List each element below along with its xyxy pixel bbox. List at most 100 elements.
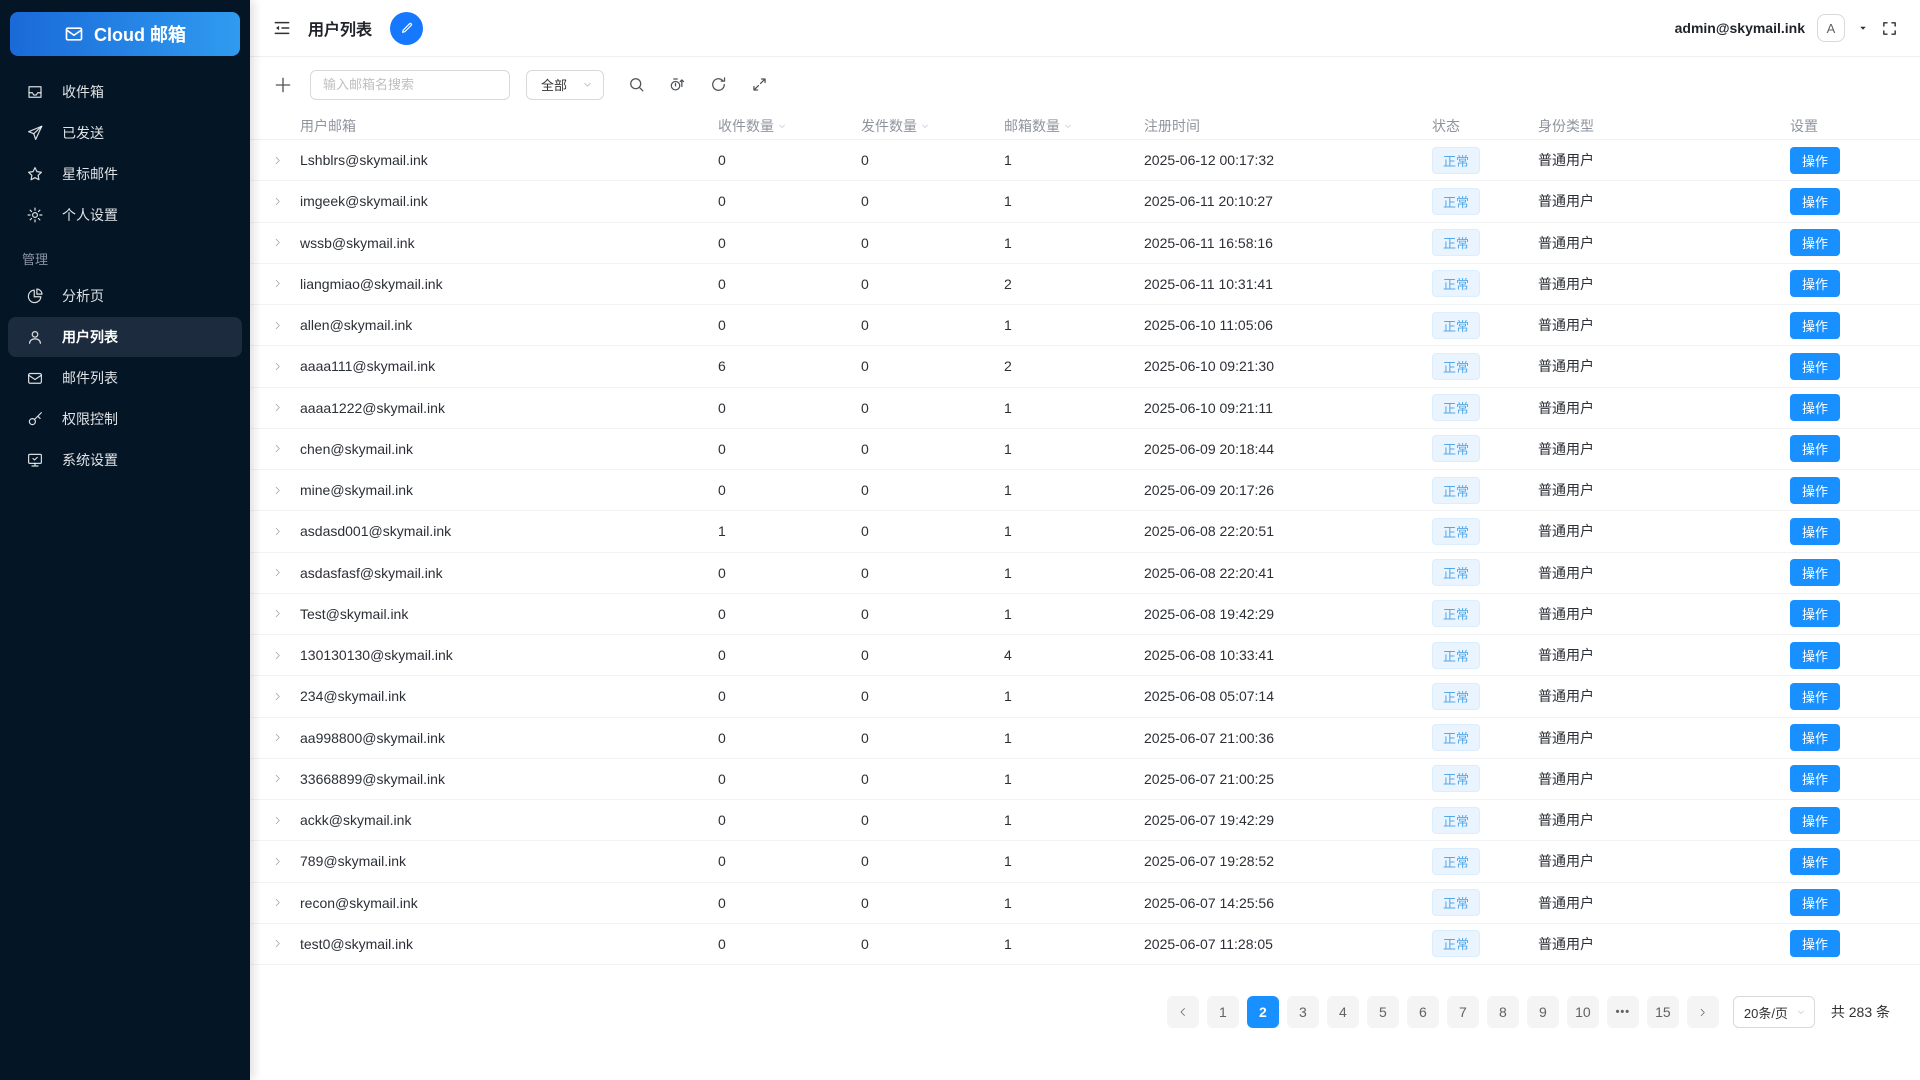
action-button[interactable]: 操作 bbox=[1790, 187, 1841, 215]
action-button[interactable]: 操作 bbox=[1790, 559, 1841, 587]
pagination-page-9[interactable]: 9 bbox=[1526, 996, 1559, 1028]
pagination-page-3[interactable]: 3 bbox=[1286, 996, 1319, 1028]
pagination-page-5[interactable]: 5 bbox=[1366, 996, 1399, 1028]
column-header-邮箱数量[interactable]: 邮箱数量 bbox=[1004, 116, 1144, 136]
action-button[interactable]: 操作 bbox=[1790, 600, 1841, 628]
pagination-page-1[interactable]: 1 bbox=[1206, 996, 1239, 1028]
cell-action: 操作 bbox=[1790, 682, 1846, 710]
page-size-select[interactable]: 20条/页 bbox=[1732, 996, 1815, 1028]
row-expand-chevron-icon[interactable] bbox=[272, 237, 300, 248]
cell-registered-time: 2025-06-08 10:33:41 bbox=[1144, 647, 1274, 664]
column-header-收件数量[interactable]: 收件数量 bbox=[718, 116, 861, 136]
sidebar-item-邮件列表[interactable]: 邮件列表 bbox=[8, 358, 242, 398]
cell-registered-time: 2025-06-12 00:17:32 bbox=[1144, 152, 1274, 169]
sort-caret-icon[interactable] bbox=[1063, 121, 1073, 131]
cell-mailbox-count: 1 bbox=[1004, 688, 1012, 705]
row-expand-chevron-icon[interactable] bbox=[272, 320, 300, 331]
cell-registered-time: 2025-06-09 20:18:44 bbox=[1144, 440, 1274, 457]
action-button[interactable]: 操作 bbox=[1790, 311, 1841, 339]
row-expand-chevron-icon[interactable] bbox=[272, 526, 300, 537]
row-expand-chevron-icon[interactable] bbox=[272, 650, 300, 661]
filter-select[interactable]: 全部 bbox=[526, 69, 604, 100]
cell-action: 操作 bbox=[1790, 352, 1846, 380]
row-expand-chevron-icon[interactable] bbox=[272, 608, 300, 619]
collapse-menu-icon[interactable] bbox=[272, 18, 292, 38]
sidebar-item-用户列表[interactable]: 用户列表 bbox=[8, 317, 242, 357]
search-icon[interactable] bbox=[626, 75, 646, 95]
sidebar-item-系统设置[interactable]: 系统设置 bbox=[8, 440, 242, 480]
status-badge: 正常 bbox=[1432, 187, 1481, 215]
row-expand-chevron-icon[interactable] bbox=[272, 402, 300, 413]
monitor-icon bbox=[26, 451, 44, 469]
action-button[interactable]: 操作 bbox=[1790, 930, 1841, 958]
action-button[interactable]: 操作 bbox=[1790, 229, 1841, 257]
action-button[interactable]: 操作 bbox=[1790, 724, 1841, 752]
add-user-button[interactable] bbox=[272, 74, 294, 96]
action-button[interactable]: 操作 bbox=[1790, 476, 1841, 504]
action-button[interactable]: 操作 bbox=[1790, 847, 1841, 875]
table-row: wssb@skymail.ink 0 0 1 2025-06-11 16:58:16 正常… bbox=[250, 223, 1920, 264]
row-expand-chevron-icon[interactable] bbox=[272, 196, 300, 207]
row-expand-chevron-icon[interactable] bbox=[272, 856, 300, 867]
action-button[interactable]: 操作 bbox=[1790, 352, 1841, 380]
sort-caret-icon[interactable] bbox=[777, 121, 787, 131]
sidebar-item-星标邮件[interactable]: 星标邮件 bbox=[8, 154, 242, 194]
pagination-ellipsis[interactable]: ••• bbox=[1606, 996, 1639, 1028]
row-expand-chevron-icon[interactable] bbox=[272, 938, 300, 949]
cell-sent-count: 0 bbox=[861, 152, 869, 169]
pagination-page-15[interactable]: 15 bbox=[1646, 996, 1679, 1028]
pagination-page-8[interactable]: 8 bbox=[1486, 996, 1519, 1028]
row-expand-chevron-icon[interactable] bbox=[272, 897, 300, 908]
pagination: 1 2 3 4 5 6 7 8 9 10 ••• 15 20条/页 共 283 条 bbox=[1166, 996, 1890, 1028]
edit-button[interactable] bbox=[390, 11, 424, 45]
row-expand-chevron-icon[interactable] bbox=[272, 155, 300, 166]
row-expand-chevron-icon[interactable] bbox=[272, 773, 300, 784]
expand-icon[interactable] bbox=[749, 75, 769, 95]
row-expand-chevron-icon[interactable] bbox=[272, 485, 300, 496]
row-expand-chevron-icon[interactable] bbox=[272, 567, 300, 578]
action-button[interactable]: 操作 bbox=[1790, 889, 1841, 917]
sidebar-item-个人设置[interactable]: 个人设置 bbox=[8, 195, 242, 235]
sidebar-item-收件箱[interactable]: 收件箱 bbox=[8, 72, 242, 112]
action-button[interactable]: 操作 bbox=[1790, 270, 1841, 298]
action-button[interactable]: 操作 bbox=[1790, 806, 1841, 834]
sidebar-item-权限控制[interactable]: 权限控制 bbox=[8, 399, 242, 439]
cell-sent-count: 0 bbox=[861, 688, 869, 705]
action-button[interactable]: 操作 bbox=[1790, 517, 1841, 545]
fullscreen-icon[interactable] bbox=[1881, 20, 1898, 37]
pagination-page-4[interactable]: 4 bbox=[1326, 996, 1359, 1028]
row-expand-chevron-icon[interactable] bbox=[272, 815, 300, 826]
row-expand-chevron-icon[interactable] bbox=[272, 443, 300, 454]
action-button[interactable]: 操作 bbox=[1790, 641, 1841, 669]
refresh-icon[interactable] bbox=[708, 75, 728, 95]
avatar[interactable]: A bbox=[1817, 14, 1845, 42]
timer-sort-icon[interactable] bbox=[667, 75, 687, 95]
pagination-next-button[interactable] bbox=[1686, 996, 1719, 1028]
sidebar-item-已发送[interactable]: 已发送 bbox=[8, 113, 242, 153]
column-header-发件数量[interactable]: 发件数量 bbox=[861, 116, 1004, 136]
sort-caret-icon[interactable] bbox=[920, 121, 930, 131]
key-icon bbox=[26, 410, 44, 428]
action-button[interactable]: 操作 bbox=[1790, 146, 1841, 174]
pagination-page-6[interactable]: 6 bbox=[1406, 996, 1439, 1028]
row-expand-chevron-icon[interactable] bbox=[272, 361, 300, 372]
account-email: admin@skymail.ink bbox=[1674, 20, 1805, 36]
pagination-page-7[interactable]: 7 bbox=[1446, 996, 1479, 1028]
action-button[interactable]: 操作 bbox=[1790, 682, 1841, 710]
sidebar-item-分析页[interactable]: 分析页 bbox=[8, 276, 242, 316]
row-expand-chevron-icon[interactable] bbox=[272, 732, 300, 743]
row-expand-chevron-icon[interactable] bbox=[272, 278, 300, 289]
account-caret-down-icon[interactable] bbox=[1857, 22, 1869, 34]
action-button[interactable]: 操作 bbox=[1790, 394, 1841, 422]
pagination-page-10[interactable]: 10 bbox=[1566, 996, 1599, 1028]
action-button[interactable]: 操作 bbox=[1790, 435, 1841, 463]
action-button[interactable]: 操作 bbox=[1790, 765, 1841, 793]
cell-action: 操作 bbox=[1790, 559, 1846, 587]
search-input[interactable] bbox=[310, 69, 510, 100]
cell-email: 130130130@skymail.ink bbox=[300, 647, 453, 664]
pagination-page-2[interactable]: 2 bbox=[1246, 996, 1279, 1028]
brand-logo[interactable]: Cloud 邮箱 bbox=[10, 12, 240, 56]
cell-mailbox-count: 1 bbox=[1004, 605, 1012, 622]
pagination-prev-button[interactable] bbox=[1166, 996, 1199, 1028]
row-expand-chevron-icon[interactable] bbox=[272, 691, 300, 702]
